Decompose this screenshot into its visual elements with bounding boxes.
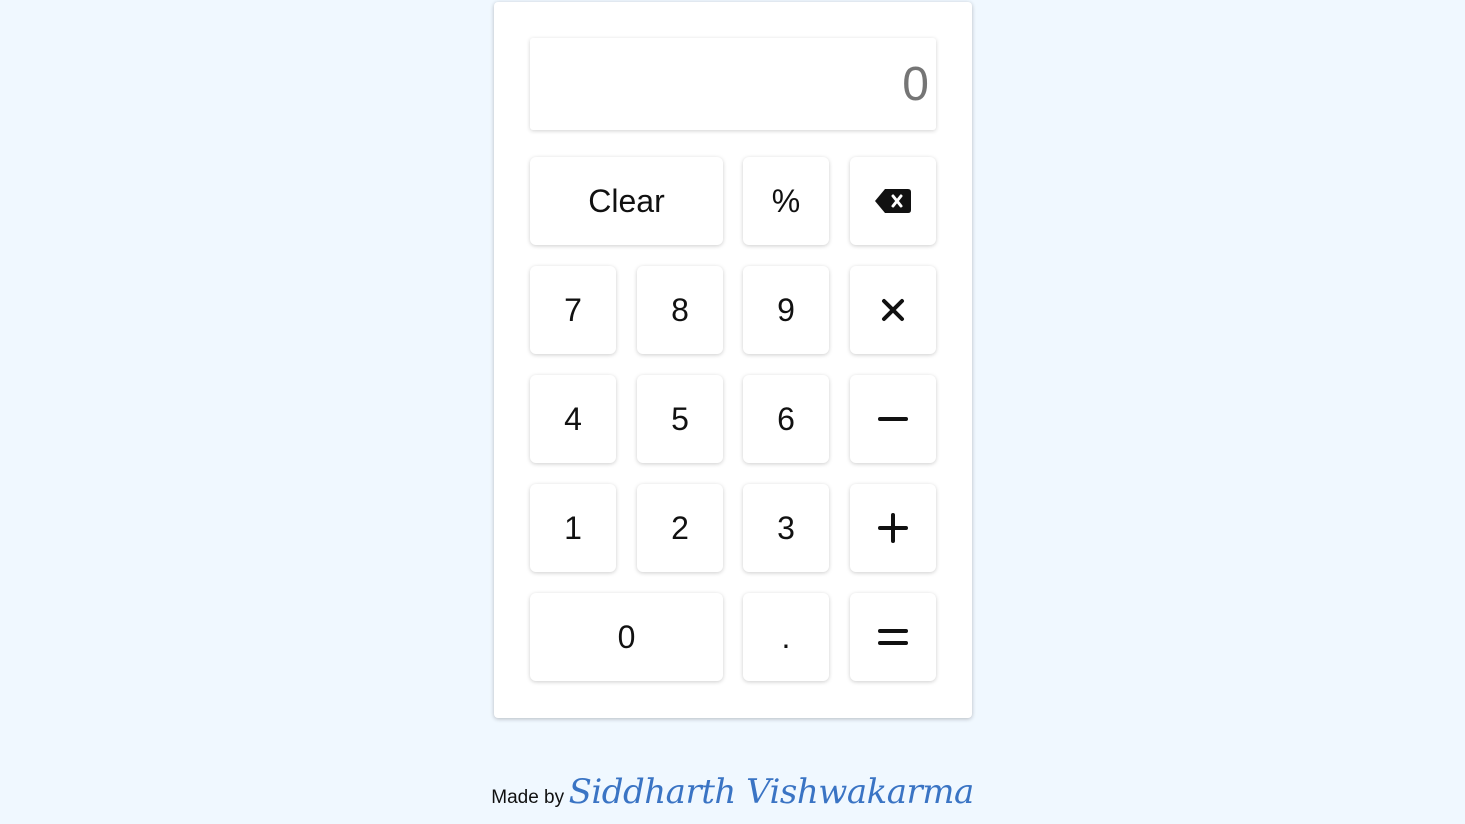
minus-icon	[878, 417, 908, 421]
digit-0-button[interactable]: 0	[530, 593, 723, 681]
made-by-label: Made by	[491, 787, 565, 808]
digit-3-label: 3	[777, 510, 795, 546]
digit-4-button[interactable]: 4	[530, 375, 616, 463]
multiply-button[interactable]	[850, 266, 936, 354]
percent-button-label: %	[771, 183, 801, 219]
digit-2-label: 2	[671, 510, 689, 546]
digit-1-label: 1	[564, 510, 582, 546]
digit-6-label: 6	[777, 401, 795, 437]
digit-7-button[interactable]: 7	[530, 266, 616, 354]
clear-button[interactable]: Clear	[530, 157, 723, 245]
clear-button-label: Clear	[588, 183, 665, 219]
digit-9-button[interactable]: 9	[743, 266, 829, 354]
digit-8-label: 8	[671, 292, 689, 328]
backspace-button[interactable]	[850, 157, 936, 245]
minus-button[interactable]	[850, 375, 936, 463]
digit-1-button[interactable]: 1	[530, 484, 616, 572]
plus-button[interactable]	[850, 484, 936, 572]
digit-9-label: 9	[777, 292, 795, 328]
backspace-icon	[875, 189, 911, 213]
multiply-icon	[882, 299, 904, 321]
calculator: 0 Clear % 7 8 9 4 5 6 1 2 3 0 .	[494, 2, 972, 718]
equals-button[interactable]	[850, 593, 936, 681]
digit-6-button[interactable]: 6	[743, 375, 829, 463]
digit-3-button[interactable]: 3	[743, 484, 829, 572]
digit-2-button[interactable]: 2	[637, 484, 723, 572]
display: 0	[530, 38, 936, 130]
digit-7-label: 7	[564, 292, 582, 328]
author-name: Siddharth Vishwakarma	[568, 772, 975, 812]
decimal-button[interactable]: .	[743, 593, 829, 681]
equals-icon	[878, 629, 908, 645]
decimal-label: .	[781, 619, 791, 655]
digit-0-label: 0	[617, 619, 636, 655]
digit-5-label: 5	[671, 401, 689, 437]
digit-4-label: 4	[564, 401, 582, 437]
display-value: 0	[902, 57, 929, 111]
footer: Made by Siddharth Vishwakarma	[0, 772, 1465, 812]
digit-8-button[interactable]: 8	[637, 266, 723, 354]
digit-5-button[interactable]: 5	[637, 375, 723, 463]
percent-button[interactable]: %	[743, 157, 829, 245]
plus-icon	[878, 513, 908, 543]
